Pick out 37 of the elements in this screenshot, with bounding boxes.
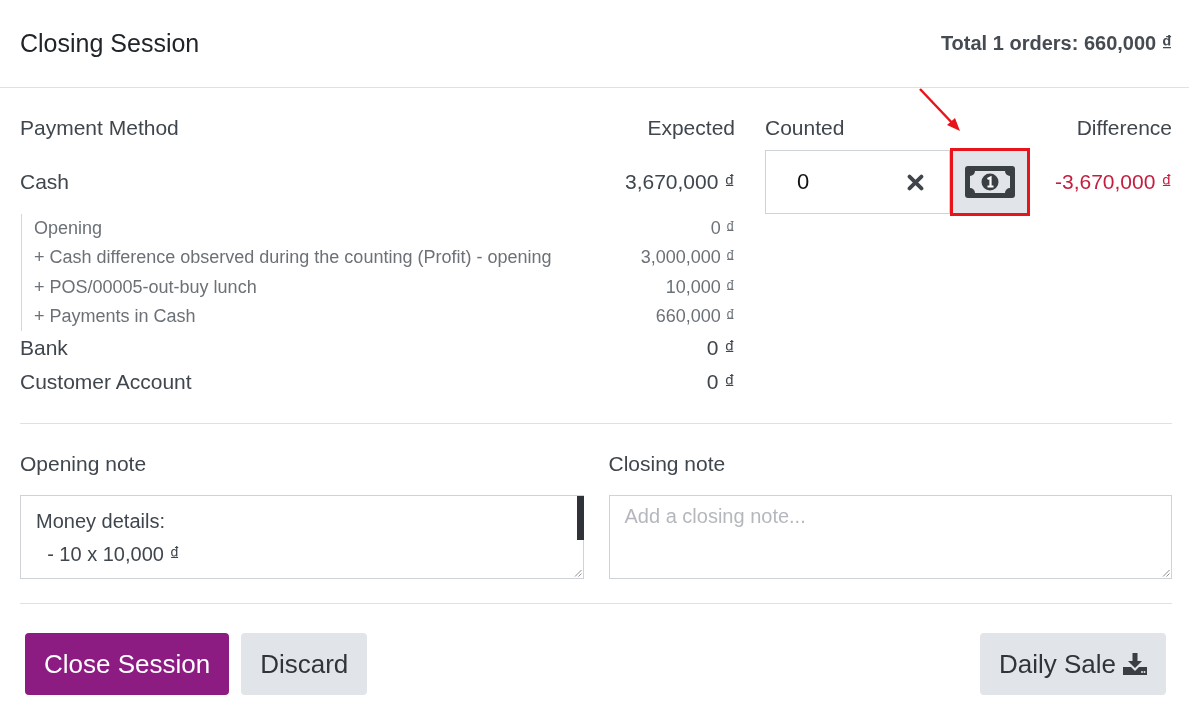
orders-total: Total 1 orders: 660,000 ₫ [940, 32, 1172, 55]
cash-move-label: + POS/00005-out-buy lunch [34, 276, 257, 298]
expected-amount: 3,670,000 ₫ [624, 170, 735, 194]
column-header: Payment Method [20, 116, 179, 140]
cash-move-amount: 3,000,000 ₫ [640, 247, 735, 269]
download-icon [1123, 653, 1147, 676]
opening-note-field[interactable]: Money details: - 10 x 10,000 ₫ [20, 495, 584, 580]
column-header: Expected [647, 116, 735, 140]
cash-move-label: Opening [34, 218, 103, 240]
expected-amount: 0 ₫ [706, 336, 735, 361]
cash-move-amount: 660,000 ₫ [655, 306, 735, 328]
resize-grip-icon[interactable] [573, 569, 582, 578]
dialog-title: Closing Session [20, 29, 200, 58]
cash-move-label: + Cash difference observed during the counting (Profit) - opening [34, 247, 552, 269]
cash-move-amount: 10,000 ₫ [665, 276, 735, 298]
clear-icon[interactable] [907, 173, 924, 191]
difference-amount: -3,670,000 ₫ [1053, 170, 1172, 194]
banknote-icon [965, 166, 1015, 198]
close-session-button[interactable]: Close Session [25, 633, 230, 696]
cash-move-amount: 0 ₫ [710, 218, 735, 240]
discard-button[interactable]: Discard [241, 633, 368, 696]
counted-field[interactable]: 0 [765, 150, 950, 214]
resize-grip-icon[interactable] [1162, 569, 1170, 578]
payment-method-name: Customer Account [20, 370, 192, 395]
expected-amount: 0 ₫ [706, 370, 735, 395]
note-label: Opening note [20, 451, 148, 478]
payment-method-name: Cash [20, 170, 70, 194]
column-header: Difference [1076, 116, 1172, 140]
daily-sale-button[interactable]: Daily Sale [979, 633, 1166, 696]
cash-count-button[interactable] [950, 148, 1030, 216]
cash-move-label: + Payments in Cash [34, 306, 196, 328]
payment-method-name: Bank [20, 336, 68, 361]
arrow-icon [918, 87, 962, 133]
column-header: Counted [765, 116, 845, 140]
closing-note-field[interactable]: Add a closing note... [608, 495, 1172, 580]
scrollbar-thumb[interactable] [576, 496, 584, 541]
note-label: Closing note [608, 451, 727, 478]
